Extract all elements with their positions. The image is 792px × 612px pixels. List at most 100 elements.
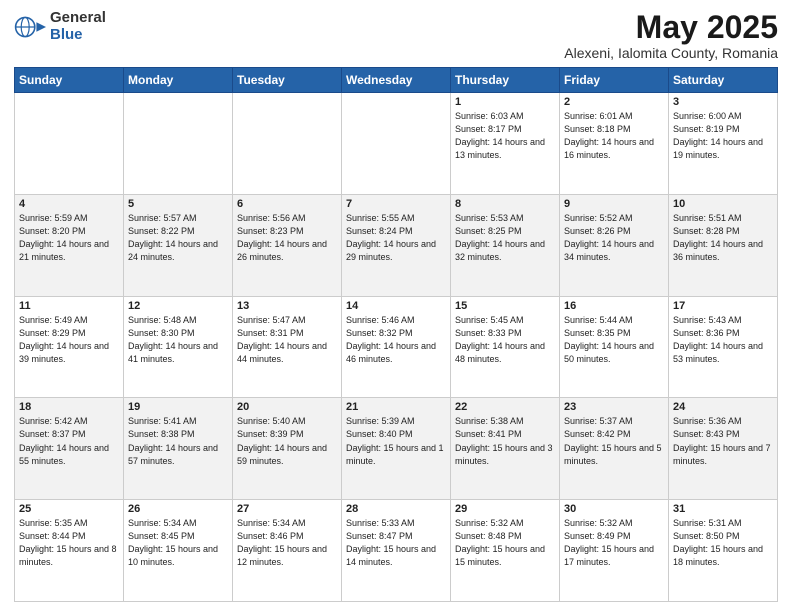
day-number: 12: [128, 300, 228, 312]
logo: General Blue: [14, 10, 106, 43]
day-info: Sunrise: 5:42 AMSunset: 8:37 PMDaylight:…: [19, 415, 119, 467]
calendar-cell: 20 Sunrise: 5:40 AMSunset: 8:39 PMDayligh…: [233, 398, 342, 500]
day-info: Sunrise: 6:00 AMSunset: 8:19 PMDaylight:…: [673, 110, 773, 162]
day-number: 7: [346, 198, 446, 210]
calendar-cell: 23 Sunrise: 5:37 AMSunset: 8:42 PMDayligh…: [560, 398, 669, 500]
calendar-cell: 14Sunrise: 5:46 AMSunset: 8:32 PMDayligh…: [342, 296, 451, 398]
main-title: May 2025: [564, 10, 778, 45]
calendar-cell: 15Sunrise: 5:45 AMSunset: 8:33 PMDayligh…: [451, 296, 560, 398]
day-number: 17: [673, 300, 773, 312]
day-info: Sunrise: 5:40 AMSunset: 8:39 PMDaylight:…: [237, 415, 337, 467]
day-info: Sunrise: 5:35 AMSunset: 8:44 PMDaylight:…: [19, 517, 119, 569]
page: General Blue May 2025 Alexeni, Ialomita …: [0, 0, 792, 612]
day-number: 23: [564, 401, 664, 413]
day-number: 29: [455, 503, 555, 515]
day-info: Sunrise: 5:31 AMSunset: 8:50 PMDaylight:…: [673, 517, 773, 569]
calendar-cell: 6 Sunrise: 5:56 AMSunset: 8:23 PMDaylight…: [233, 194, 342, 296]
day-info: Sunrise: 5:34 AMSunset: 8:45 PMDaylight:…: [128, 517, 228, 569]
day-number: 13: [237, 300, 337, 312]
calendar-cell: 9 Sunrise: 5:52 AMSunset: 8:26 PMDaylight…: [560, 194, 669, 296]
calendar-cell: 13 Sunrise: 5:47 AMSunset: 8:31 PMDayligh…: [233, 296, 342, 398]
day-info: Sunrise: 5:36 AMSunset: 8:43 PMDaylight:…: [673, 415, 773, 467]
day-number: 4: [19, 198, 119, 210]
day-number: 20: [237, 401, 337, 413]
calendar-cell: 25 Sunrise: 5:35 AMSunset: 8:44 PMDayligh…: [15, 500, 124, 602]
day-info: Sunrise: 5:55 AMSunset: 8:24 PMDaylight:…: [346, 212, 446, 264]
day-number: 10: [673, 198, 773, 210]
day-info: Sunrise: 6:03 AMSunset: 8:17 PMDaylight:…: [455, 110, 555, 162]
day-number: 31: [673, 503, 773, 515]
day-number: 9: [564, 198, 664, 210]
day-number: 14: [346, 300, 446, 312]
day-info: Sunrise: 5:57 AMSunset: 8:22 PMDaylight:…: [128, 212, 228, 264]
day-number: 25: [19, 503, 119, 515]
day-info: Sunrise: 5:32 AMSunset: 8:48 PMDaylight:…: [455, 517, 555, 569]
title-block: May 2025 Alexeni, Ialomita County, Roman…: [564, 10, 778, 61]
day-info: Sunrise: 5:47 AMSunset: 8:31 PMDaylight:…: [237, 314, 337, 366]
calendar-cell: 12Sunrise: 5:48 AMSunset: 8:30 PMDayligh…: [124, 296, 233, 398]
day-number: 11: [19, 300, 119, 312]
calendar-cell: 22Sunrise: 5:38 AMSunset: 8:41 PMDayligh…: [451, 398, 560, 500]
calendar-week-row: 1 Sunrise: 6:03 AMSunset: 8:17 PMDaylight…: [15, 93, 778, 195]
calendar-week-row: 4Sunrise: 5:59 AMSunset: 8:20 PMDaylight…: [15, 194, 778, 296]
calendar-cell: 30 Sunrise: 5:32 AMSunset: 8:49 PMDayligh…: [560, 500, 669, 602]
calendar-cell: [342, 93, 451, 195]
calendar-week-row: 25 Sunrise: 5:35 AMSunset: 8:44 PMDayligh…: [15, 500, 778, 602]
header: General Blue May 2025 Alexeni, Ialomita …: [14, 10, 778, 61]
calendar-week-row: 11 Sunrise: 5:49 AMSunset: 8:29 PMDayligh…: [15, 296, 778, 398]
day-number: 1: [455, 96, 555, 108]
day-info: Sunrise: 5:45 AMSunset: 8:33 PMDaylight:…: [455, 314, 555, 366]
day-number: 6: [237, 198, 337, 210]
day-info: Sunrise: 5:56 AMSunset: 8:23 PMDaylight:…: [237, 212, 337, 264]
calendar-cell: 8Sunrise: 5:53 AMSunset: 8:25 PMDaylight…: [451, 194, 560, 296]
calendar-cell: 27Sunrise: 5:34 AMSunset: 8:46 PMDayligh…: [233, 500, 342, 602]
calendar-cell: 21Sunrise: 5:39 AMSunset: 8:40 PMDayligh…: [342, 398, 451, 500]
day-info: Sunrise: 5:32 AMSunset: 8:49 PMDaylight:…: [564, 517, 664, 569]
weekday-header: Saturday: [669, 68, 778, 93]
day-number: 30: [564, 503, 664, 515]
day-info: Sunrise: 5:34 AMSunset: 8:46 PMDaylight:…: [237, 517, 337, 569]
calendar-cell: 26Sunrise: 5:34 AMSunset: 8:45 PMDayligh…: [124, 500, 233, 602]
calendar-cell: 29 Sunrise: 5:32 AMSunset: 8:48 PMDayligh…: [451, 500, 560, 602]
calendar-cell: 1 Sunrise: 6:03 AMSunset: 8:17 PMDaylight…: [451, 93, 560, 195]
calendar-cell: 16Sunrise: 5:44 AMSunset: 8:35 PMDayligh…: [560, 296, 669, 398]
day-info: Sunrise: 5:51 AMSunset: 8:28 PMDaylight:…: [673, 212, 773, 264]
calendar-week-row: 18 Sunrise: 5:42 AMSunset: 8:37 PMDayligh…: [15, 398, 778, 500]
calendar-cell: 3Sunrise: 6:00 AMSunset: 8:19 PMDaylight…: [669, 93, 778, 195]
calendar-cell: 11 Sunrise: 5:49 AMSunset: 8:29 PMDayligh…: [15, 296, 124, 398]
day-info: Sunrise: 5:49 AMSunset: 8:29 PMDaylight:…: [19, 314, 119, 366]
day-info: Sunrise: 5:39 AMSunset: 8:40 PMDaylight:…: [346, 415, 446, 467]
calendar-cell: 18 Sunrise: 5:42 AMSunset: 8:37 PMDayligh…: [15, 398, 124, 500]
calendar-table: SundayMondayTuesdayWednesdayThursdayFrid…: [14, 67, 778, 602]
day-info: Sunrise: 6:01 AMSunset: 8:18 PMDaylight:…: [564, 110, 664, 162]
calendar-cell: 4Sunrise: 5:59 AMSunset: 8:20 PMDaylight…: [15, 194, 124, 296]
calendar-cell: 5Sunrise: 5:57 AMSunset: 8:22 PMDaylight…: [124, 194, 233, 296]
day-number: 2: [564, 96, 664, 108]
calendar-cell: 19 Sunrise: 5:41 AMSunset: 8:38 PMDayligh…: [124, 398, 233, 500]
day-number: 19: [128, 401, 228, 413]
day-number: 16: [564, 300, 664, 312]
logo-icon: [14, 11, 46, 43]
weekday-header: Sunday: [15, 68, 124, 93]
calendar-header-row: SundayMondayTuesdayWednesdayThursdayFrid…: [15, 68, 778, 93]
day-number: 28: [346, 503, 446, 515]
weekday-header: Tuesday: [233, 68, 342, 93]
calendar-cell: 7 Sunrise: 5:55 AMSunset: 8:24 PMDaylight…: [342, 194, 451, 296]
day-info: Sunrise: 5:41 AMSunset: 8:38 PMDaylight:…: [128, 415, 228, 467]
weekday-header: Monday: [124, 68, 233, 93]
day-info: Sunrise: 5:37 AMSunset: 8:42 PMDaylight:…: [564, 415, 664, 467]
day-info: Sunrise: 5:33 AMSunset: 8:47 PMDaylight:…: [346, 517, 446, 569]
day-info: Sunrise: 5:43 AMSunset: 8:36 PMDaylight:…: [673, 314, 773, 366]
calendar-cell: 2 Sunrise: 6:01 AMSunset: 8:18 PMDaylight…: [560, 93, 669, 195]
subtitle: Alexeni, Ialomita County, Romania: [564, 45, 778, 61]
day-number: 24: [673, 401, 773, 413]
day-number: 18: [19, 401, 119, 413]
day-info: Sunrise: 5:38 AMSunset: 8:41 PMDaylight:…: [455, 415, 555, 467]
weekday-header: Thursday: [451, 68, 560, 93]
day-info: Sunrise: 5:52 AMSunset: 8:26 PMDaylight:…: [564, 212, 664, 264]
day-info: Sunrise: 5:53 AMSunset: 8:25 PMDaylight:…: [455, 212, 555, 264]
calendar-cell: 31 Sunrise: 5:31 AMSunset: 8:50 PMDayligh…: [669, 500, 778, 602]
calendar-cell: [124, 93, 233, 195]
calendar-cell: 17 Sunrise: 5:43 AMSunset: 8:36 PMDayligh…: [669, 296, 778, 398]
weekday-header: Wednesday: [342, 68, 451, 93]
